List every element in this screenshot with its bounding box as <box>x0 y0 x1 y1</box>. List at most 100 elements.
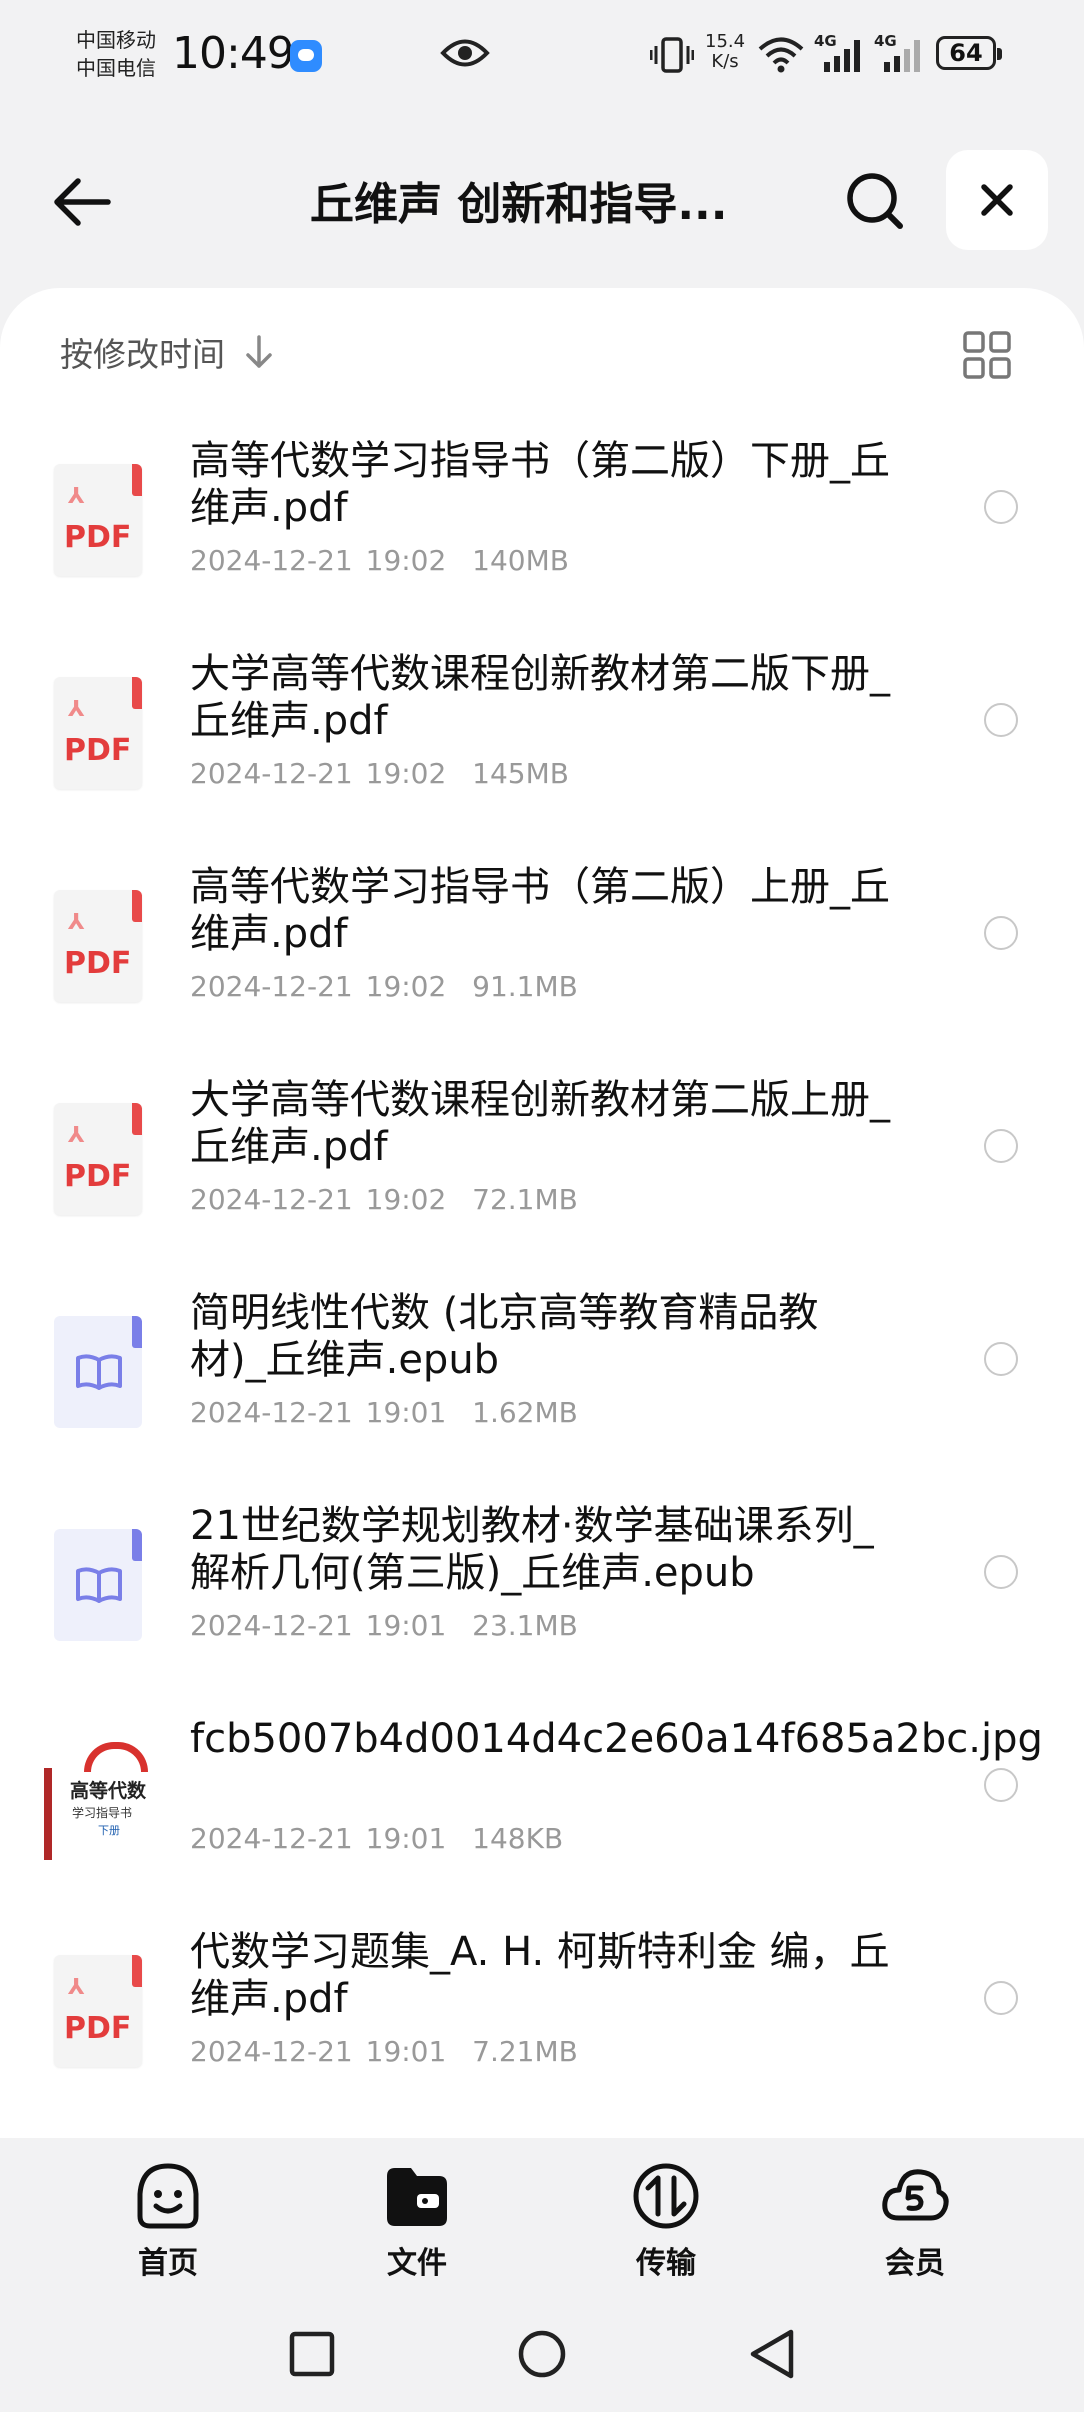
pdf-icon: ⅄ PDF <box>50 464 146 580</box>
triangle-back-icon <box>750 2329 794 2379</box>
acrobat-glyph: ⅄ <box>68 484 85 509</box>
icon-corner <box>132 677 142 709</box>
pdf-file-icon: ⅄ PDF <box>54 677 142 789</box>
icon-corner <box>132 1529 142 1561</box>
pdf-label: PDF <box>64 2011 132 2046</box>
thumb-spine <box>44 1768 52 1860</box>
circle-icon <box>518 2330 566 2378</box>
system-navigation-bar <box>0 2290 1084 2412</box>
signal-strength-icon: 4G <box>814 32 860 72</box>
pdf-icon: ⅄ PDF <box>50 677 146 793</box>
file-meta: 2024-12-21 19:01 1.62MB <box>190 1396 578 1429</box>
file-name: 代数学习题集_A. H. 柯斯特利金 编，丘维声.pdf <box>190 1929 890 2022</box>
select-radio-button[interactable] <box>984 1342 1018 1376</box>
pdf-icon: ⅄ PDF <box>50 1103 146 1219</box>
close-button[interactable] <box>946 150 1048 250</box>
file-size: 1.62MB <box>472 1396 578 1429</box>
file-row[interactable]: 高等代数 学习指导书 下册 fcb5007b4d0014d4c2e60a14f685a… <box>0 1716 1084 1929</box>
eye-icon <box>440 39 490 67</box>
nav-transfer-label: 传输 <box>636 2246 696 2281</box>
arrow-left-icon <box>54 178 111 226</box>
thumb-subtitle: 学习指导书 <box>72 1806 133 1820</box>
sort-selector[interactable]: 按修改时间 <box>60 328 273 376</box>
file-meta: 2024-12-21 19:01 148KB <box>190 1822 563 1855</box>
file-row[interactable]: 21世纪数学规划教材·数学基础课系列_解析几何(第三版)_丘维声.epub 202… <box>0 1503 1084 1716</box>
carrier-2: 中国电信 <box>76 56 156 80</box>
nav-home[interactable]: 首页 <box>108 2160 228 2282</box>
smiley-home-icon <box>137 2163 199 2229</box>
icon-corner <box>132 890 142 922</box>
nav-files[interactable]: 文件 <box>357 2160 477 2282</box>
file-row[interactable]: 简明线性代数 (北京高等教育精品教材)_丘维声.epub 2024-12-21 1… <box>0 1290 1084 1503</box>
file-name: fcb5007b4d0014d4c2e60a14f685a2bc.jpg <box>190 1716 1043 1762</box>
book-icon <box>50 1316 146 1432</box>
file-size: 145MB <box>472 757 569 790</box>
folder-title: 丘维声 创新和指导... <box>310 179 728 230</box>
book-icon <box>50 1529 146 1645</box>
back-button[interactable] <box>44 170 120 234</box>
thumb-logo <box>84 1742 148 1772</box>
file-row[interactable]: ⅄ PDF 代数学习题集_A. H. 柯斯特利金 编，丘维声.pdf 2024-12-… <box>0 1929 1084 2142</box>
select-radio-button[interactable] <box>984 916 1018 950</box>
file-date: 2024-12-21 19:01 <box>190 1609 447 1642</box>
nav-home-label: 首页 <box>138 2246 198 2281</box>
open-book-icon <box>76 1567 122 1603</box>
clock: 10:49 <box>172 28 295 79</box>
file-date: 2024-12-21 19:01 <box>190 1822 447 1855</box>
nav-transfer[interactable]: 传输 <box>606 2160 726 2282</box>
carrier-1: 中国移动 <box>76 28 156 52</box>
pdf-file-icon: ⅄ PDF <box>54 890 142 1002</box>
pdf-icon: ⅄ PDF <box>50 890 146 1006</box>
thumb-title: 高等代数 <box>70 1780 147 1802</box>
file-meta: 2024-12-21 19:02 72.1MB <box>190 1183 578 1216</box>
back-system-button[interactable] <box>744 2326 800 2382</box>
file-row[interactable]: ⅄ PDF 大学高等代数课程创新教材第二版上册_丘维声.pdf 2024-12-21 … <box>0 1077 1084 1290</box>
icon-corner <box>132 464 142 496</box>
vibrate-icon <box>650 37 694 73</box>
top-app-bar: 丘维声 创新和指导... <box>0 140 1084 260</box>
chat-notification-icon <box>290 40 322 72</box>
bottom-navigation: 首页 文件 传输 会员 <box>0 2138 1084 2288</box>
battery-indicator: 64 <box>936 36 1002 70</box>
wifi-icon <box>758 37 804 73</box>
file-row[interactable]: ⅄ PDF 大学高等代数课程创新教材第二版下册_丘维声.pdf 2024-12-21 … <box>0 651 1084 864</box>
svg-text:4G: 4G <box>874 32 897 50</box>
file-size: 140MB <box>472 544 569 577</box>
epub-file-icon <box>54 1316 142 1428</box>
file-size: 23.1MB <box>472 1609 578 1642</box>
file-name: 高等代数学习指导书（第二版）上册_丘维声.pdf <box>190 864 890 957</box>
image-thumbnail: 高等代数 学习指导书 下册 <box>44 1742 148 1860</box>
pdf-icon: ⅄ PDF <box>50 1955 146 2071</box>
select-radio-button[interactable] <box>984 1555 1018 1589</box>
pdf-file-icon: ⅄ PDF <box>54 464 142 576</box>
file-size: 148KB <box>472 1822 564 1855</box>
svg-text:4G: 4G <box>814 32 837 50</box>
file-row[interactable]: ⅄ PDF 高等代数学习指导书（第二版）下册_丘维声.pdf 2024-12-21 1… <box>0 438 1084 651</box>
file-date: 2024-12-21 19:02 <box>190 544 447 577</box>
file-row[interactable]: ⅄ PDF 高等代数学习指导书（第二版）上册_丘维声.pdf 2024-12-21 1… <box>0 864 1084 1077</box>
search-button[interactable] <box>840 166 910 236</box>
grid-view-icon[interactable] <box>962 330 1012 380</box>
home-button[interactable] <box>514 2326 570 2382</box>
pdf-label: PDF <box>64 1159 132 1194</box>
nav-files-label: 文件 <box>387 2246 447 2281</box>
nav-vip[interactable]: 会员 <box>855 2160 975 2282</box>
select-radio-button[interactable] <box>984 1129 1018 1163</box>
file-date: 2024-12-21 19:01 <box>190 2035 447 2068</box>
epub-file-icon <box>54 1529 142 1641</box>
file-date: 2024-12-21 19:01 <box>190 1396 447 1429</box>
pdf-label: PDF <box>64 733 132 768</box>
pdf-file-icon: ⅄ PDF <box>54 1955 142 2067</box>
select-radio-button[interactable] <box>984 490 1018 524</box>
recents-button[interactable] <box>284 2326 340 2382</box>
sort-label: 按修改时间 <box>60 335 225 374</box>
select-radio-button[interactable] <box>984 1981 1018 2015</box>
file-meta: 2024-12-21 19:01 23.1MB <box>190 1609 578 1642</box>
file-list: ⅄ PDF 高等代数学习指导书（第二版）下册_丘维声.pdf 2024-12-21 1… <box>0 438 1084 2142</box>
select-radio-button[interactable] <box>984 1768 1018 1802</box>
select-radio-button[interactable] <box>984 703 1018 737</box>
file-meta: 2024-12-21 19:02 91.1MB <box>190 970 578 1003</box>
file-list-card: 按修改时间 ⅄ PDF 高等代数学习指导书（第二版）下册_丘维声.pdf 2024-1… <box>0 288 1084 2138</box>
search-icon <box>847 173 903 229</box>
nav-vip-label: 会员 <box>885 2246 945 2281</box>
